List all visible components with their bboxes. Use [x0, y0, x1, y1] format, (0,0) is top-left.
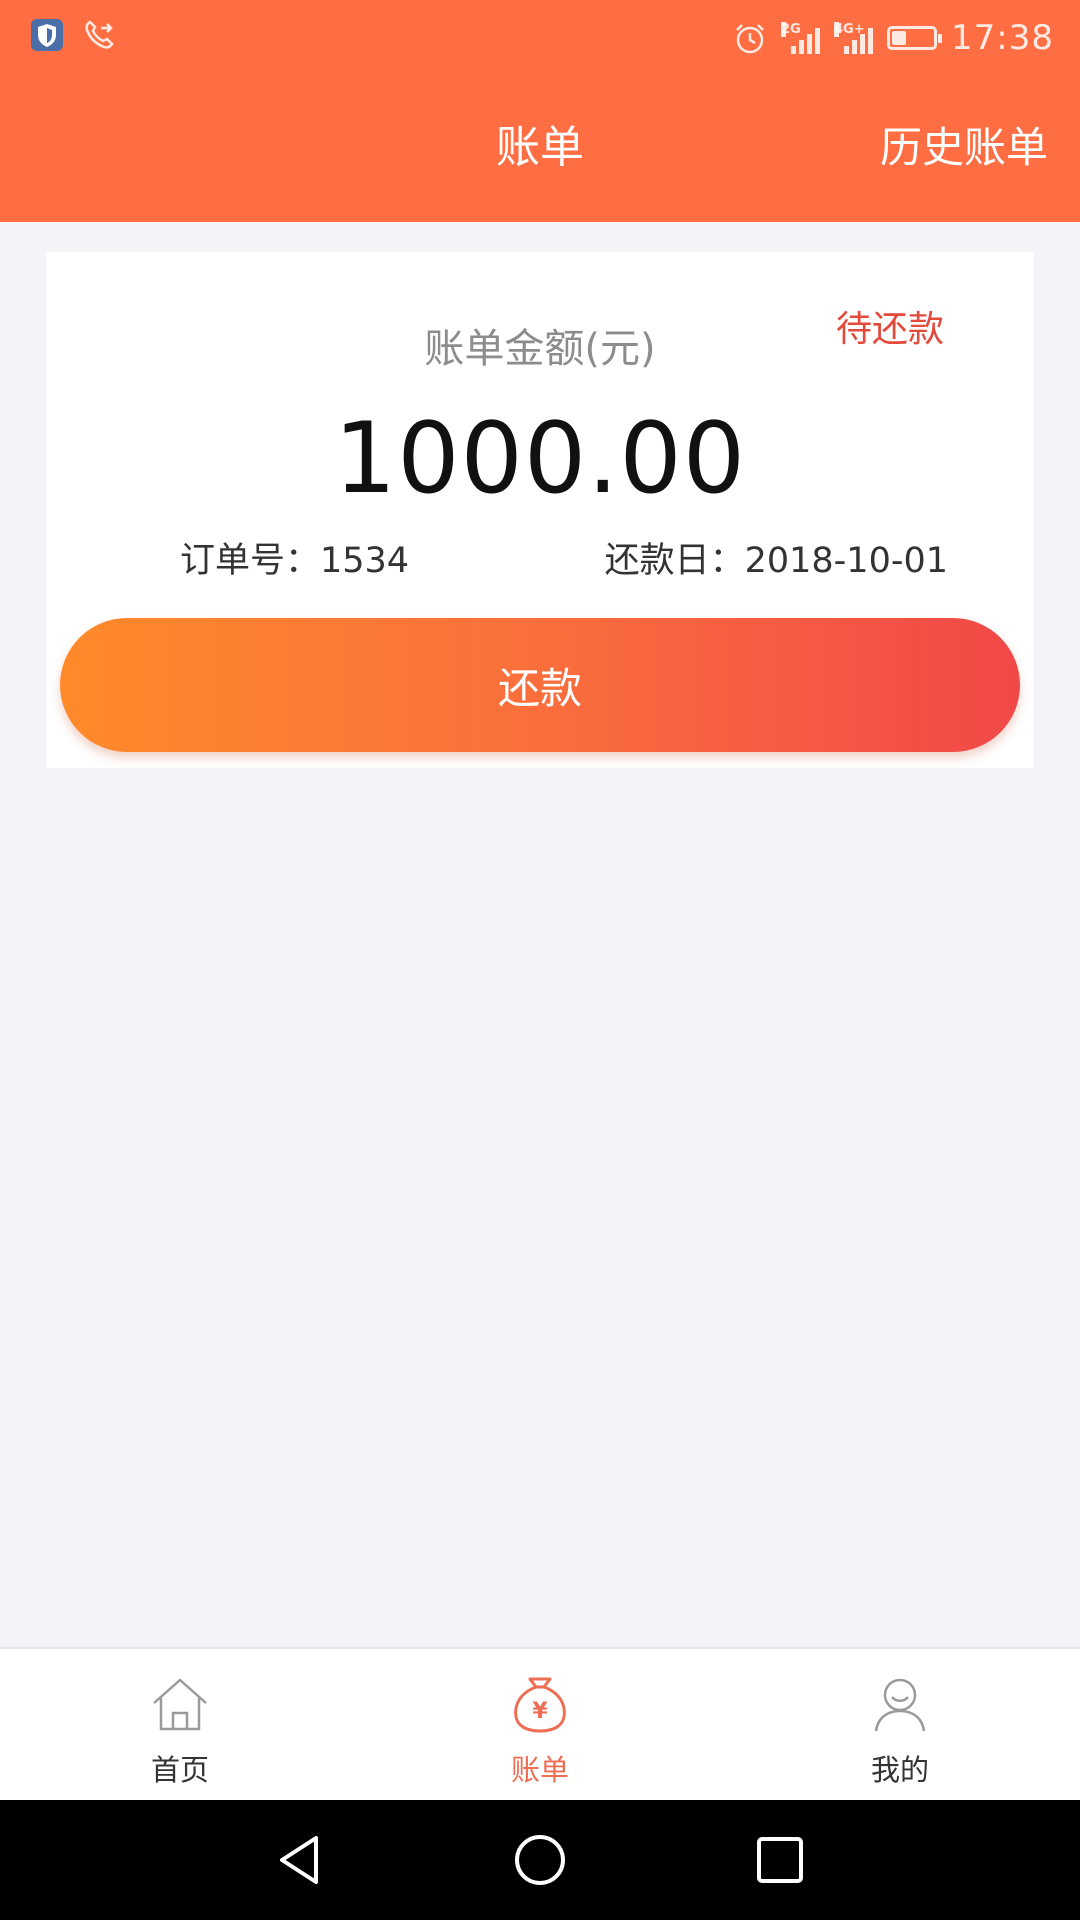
- tab-bill-label: 账单: [510, 1753, 569, 1787]
- home-icon: [153, 1678, 207, 1731]
- tab-home-label: 首页: [150, 1753, 209, 1787]
- amount-label: 账单金额(元): [424, 326, 656, 372]
- tab-mine[interactable]: 我的: [780, 1649, 1020, 1802]
- status-left-icons: [30, 18, 116, 52]
- repay-button[interactable]: 还款: [60, 618, 1020, 752]
- alarm-icon: [736, 24, 764, 54]
- recent-apps-icon[interactable]: [750, 1830, 810, 1890]
- svg-text:¥: ¥: [532, 1699, 548, 1724]
- tab-home[interactable]: 首页: [60, 1649, 300, 1802]
- tab-bill[interactable]: ¥ 账单: [420, 1649, 660, 1802]
- home-nav-icon[interactable]: [510, 1830, 570, 1890]
- money-bag-icon: ¥: [514, 1677, 566, 1733]
- sim1-label: 2G: [781, 22, 801, 37]
- signal-icon-sim2: 4G+: [834, 22, 874, 54]
- status-bar: 2G 4G+ 17:38: [0, 0, 1080, 75]
- user-icon: [874, 1678, 926, 1732]
- system-nav-bar: [0, 1800, 1080, 1920]
- amount-value: 1000.00: [333, 402, 747, 516]
- shield-app-icon: [31, 19, 63, 51]
- bill-card: 待还款 账单金额(元) 1000.00 订单号：1534 还款日：2018-10…: [46, 252, 1034, 768]
- status-time: 17:38: [951, 18, 1054, 58]
- app-header: 2G 4G+ 17:38 账单 历史账单: [0, 0, 1080, 222]
- due-date: 还款日：2018-10-01: [604, 541, 948, 581]
- bottom-tab-bar: 首页 ¥ 账单 我的: [0, 1647, 1080, 1802]
- signal-icon-sim1: 2G: [781, 22, 821, 54]
- history-bills-link[interactable]: 历史账单: [880, 118, 1048, 178]
- order-number: 订单号：1534: [180, 541, 410, 581]
- battery-icon: [887, 26, 943, 50]
- status-right-icons: 2G 4G+ 17:38: [733, 14, 1054, 62]
- call-forward-icon: [85, 20, 114, 49]
- tab-mine-label: 我的: [870, 1753, 929, 1787]
- battery-level: [892, 31, 907, 45]
- sim2-label: 4G+: [834, 22, 865, 37]
- back-icon[interactable]: [270, 1830, 330, 1890]
- bill-screen: 2G 4G+ 17:38 账单 历史账单 待还款 账单金额(元) 1000.00…: [0, 0, 1080, 1920]
